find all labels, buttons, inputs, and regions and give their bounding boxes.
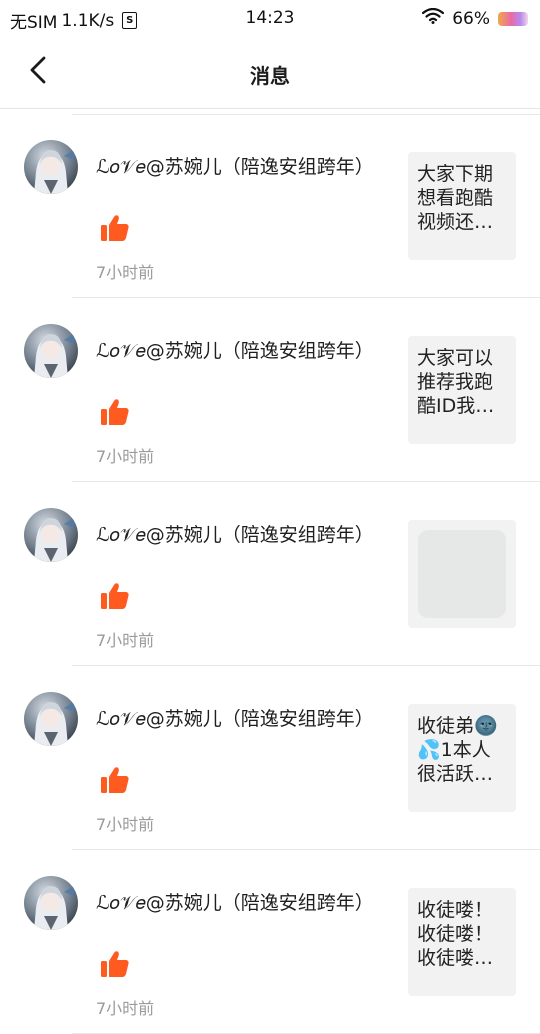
timestamp: 7小时前: [96, 999, 155, 1018]
thumbs-up-icon: [100, 582, 130, 610]
post-preview[interactable]: 收徒喽！收徒喽！收徒喽…: [408, 888, 516, 996]
preview-text: 收徒喽！收徒喽！收徒喽…: [417, 899, 494, 969]
timestamp: 7小时前: [96, 631, 155, 650]
avatar[interactable]: [24, 876, 78, 930]
avatar[interactable]: [24, 692, 78, 746]
message-item[interactable]: ℒ𝑜𝒱𝑒@苏婉儿（陪逸安组跨年） 7小时前: [0, 482, 540, 666]
battery-percent: 66%: [452, 8, 490, 29]
page-title: 消息: [250, 64, 290, 88]
navigation-bar: 消息: [0, 36, 540, 109]
message-item[interactable]: ℒ𝑜𝒱𝑒@苏婉儿（陪逸安组跨年） 7小时前 大家下期想看跑酷视频还…: [0, 114, 540, 298]
username[interactable]: ℒ𝑜𝒱𝑒@苏婉儿（陪逸安组跨年）: [96, 336, 374, 363]
username[interactable]: ℒ𝑜𝒱𝑒@苏婉儿（陪逸安组跨年）: [96, 152, 374, 179]
message-item[interactable]: ℒ𝑜𝒱𝑒@苏婉儿（陪逸安组跨年） 7小时前 大家可以推荐我跑酷ID我…: [0, 298, 540, 482]
message-item[interactable]: ℒ𝑜𝒱𝑒@苏婉儿（陪逸安组跨年） 7小时前 收徒喽！收徒喽！收徒喽…: [0, 850, 540, 1034]
timestamp: 7小时前: [96, 815, 155, 834]
username[interactable]: ℒ𝑜𝒱𝑒@苏婉儿（陪逸安组跨年）: [96, 520, 374, 547]
thumbs-up-icon: [100, 766, 130, 794]
battery-icon: [498, 11, 528, 26]
post-preview[interactable]: 大家可以推荐我跑酷ID我…: [408, 336, 516, 444]
preview-image: [418, 530, 506, 618]
username[interactable]: ℒ𝑜𝒱𝑒@苏婉儿（陪逸安组跨年）: [96, 704, 374, 731]
post-preview[interactable]: [408, 520, 516, 628]
message-item[interactable]: ℒ𝑜𝒱𝑒@苏婉儿（陪逸安组跨年） 7小时前 收徒弟🌚💦1本人很活跃…: [0, 666, 540, 850]
wifi-icon: [422, 7, 445, 29]
thumbs-up-icon: [100, 214, 130, 242]
preview-text: 大家可以推荐我跑酷ID我…: [417, 347, 495, 417]
preview-text: 大家下期想看跑酷视频还…: [417, 163, 494, 233]
username[interactable]: ℒ𝑜𝒱𝑒@苏婉儿（陪逸安组跨年）: [96, 888, 374, 915]
avatar[interactable]: [24, 140, 78, 194]
avatar[interactable]: [24, 508, 78, 562]
status-bar: 无SIM 1.1K/s S 14:23 66%: [0, 0, 540, 36]
post-preview[interactable]: 大家下期想看跑酷视频还…: [408, 152, 516, 260]
avatar[interactable]: [24, 324, 78, 378]
timestamp: 7小时前: [96, 447, 155, 466]
status-right: 66%: [422, 7, 528, 29]
thumbs-up-icon: [100, 950, 130, 978]
preview-text: 收徒弟🌚💦1本人很活跃…: [417, 715, 498, 785]
thumbs-up-icon: [100, 398, 130, 426]
post-preview[interactable]: 收徒弟🌚💦1本人很活跃…: [408, 704, 516, 812]
timestamp: 7小时前: [96, 263, 155, 282]
